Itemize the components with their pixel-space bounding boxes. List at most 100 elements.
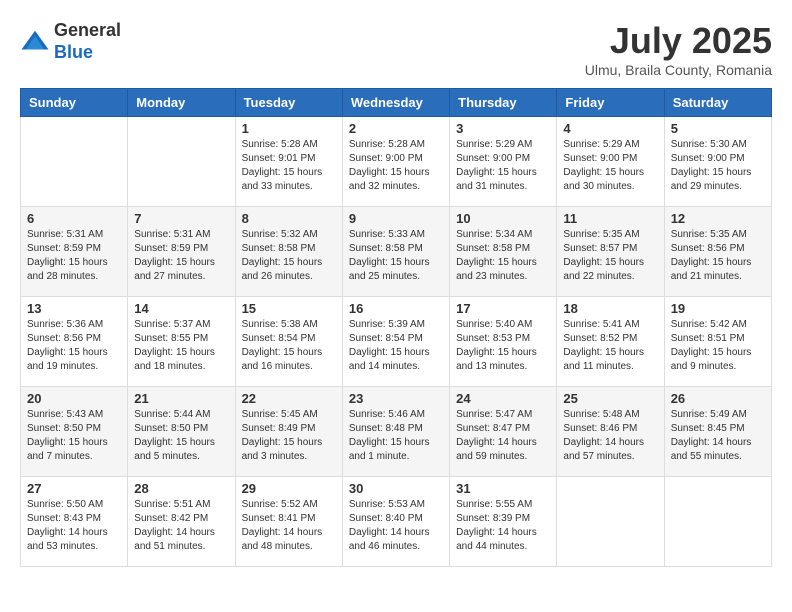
day-number: 3 xyxy=(456,121,550,136)
calendar-cell: 22 Sunrise: 5:45 AM Sunset: 8:49 PM Dayli… xyxy=(235,387,342,477)
day-info: Sunrise: 5:51 AM Sunset: 8:42 PM Dayligh… xyxy=(134,498,228,554)
calendar-cell: 17 Sunrise: 5:40 AM Sunset: 8:53 PM Dayli… xyxy=(450,297,557,387)
day-number: 26 xyxy=(671,391,765,406)
day-info: Sunrise: 5:29 AM Sunset: 9:00 PM Dayligh… xyxy=(563,138,657,194)
day-number: 8 xyxy=(242,211,336,226)
day-number: 17 xyxy=(456,301,550,316)
weekday-header-row: SundayMondayTuesdayWednesdayThursdayFrid… xyxy=(21,89,772,117)
day-info: Sunrise: 5:46 AM Sunset: 8:48 PM Dayligh… xyxy=(349,408,443,464)
day-number: 29 xyxy=(242,481,336,496)
weekday-monday: Monday xyxy=(128,89,235,117)
day-info: Sunrise: 5:53 AM Sunset: 8:40 PM Dayligh… xyxy=(349,498,443,554)
day-info: Sunrise: 5:40 AM Sunset: 8:53 PM Dayligh… xyxy=(456,318,550,374)
weekday-sunday: Sunday xyxy=(21,89,128,117)
weekday-thursday: Thursday xyxy=(450,89,557,117)
calendar-cell: 7Sunrise: 5:31 AM Sunset: 8:59 PM Daylig… xyxy=(128,207,235,297)
calendar-cell xyxy=(128,117,235,207)
logo: General Blue xyxy=(20,20,121,63)
location: Ulmu, Braila County, Romania xyxy=(585,62,772,78)
week-row-1: 1 Sunrise: 5:28 AM Sunset: 9:01 PM Daylig… xyxy=(21,117,772,207)
day-info: Sunrise: 5:44 AM Sunset: 8:50 PM Dayligh… xyxy=(134,408,228,464)
day-info: Sunrise: 5:28 AM Sunset: 9:00 PM Dayligh… xyxy=(349,138,443,194)
day-number: 22 xyxy=(242,391,336,406)
month-year: July 2025 xyxy=(585,20,772,62)
day-number: 20 xyxy=(27,391,121,406)
day-info: Sunrise: 5:52 AM Sunset: 8:41 PM Dayligh… xyxy=(242,498,336,554)
week-row-3: 13Sunrise: 5:36 AM Sunset: 8:56 PM Dayli… xyxy=(21,297,772,387)
day-info: Sunrise: 5:55 AM Sunset: 8:39 PM Dayligh… xyxy=(456,498,550,554)
day-number: 4 xyxy=(563,121,657,136)
calendar-cell: 10 Sunrise: 5:34 AM Sunset: 8:58 PM Dayli… xyxy=(450,207,557,297)
calendar-cell: 21 Sunrise: 5:44 AM Sunset: 8:50 PM Dayli… xyxy=(128,387,235,477)
day-info: Sunrise: 5:47 AM Sunset: 8:47 PM Dayligh… xyxy=(456,408,550,464)
weekday-wednesday: Wednesday xyxy=(342,89,449,117)
day-info: Sunrise: 5:29 AM Sunset: 9:00 PM Dayligh… xyxy=(456,138,550,194)
day-number: 12 xyxy=(671,211,765,226)
day-info: Sunrise: 5:38 AM Sunset: 8:54 PM Dayligh… xyxy=(242,318,336,374)
calendar-cell: 16 Sunrise: 5:39 AM Sunset: 8:54 PM Dayli… xyxy=(342,297,449,387)
day-info: Sunrise: 5:48 AM Sunset: 8:46 PM Dayligh… xyxy=(563,408,657,464)
calendar-cell: 3 Sunrise: 5:29 AM Sunset: 9:00 PM Daylig… xyxy=(450,117,557,207)
day-number: 27 xyxy=(27,481,121,496)
day-info: Sunrise: 5:42 AM Sunset: 8:51 PM Dayligh… xyxy=(671,318,765,374)
day-number: 1 xyxy=(242,121,336,136)
week-row-5: 27 Sunrise: 5:50 AM Sunset: 8:43 PM Dayli… xyxy=(21,477,772,567)
day-info: Sunrise: 5:49 AM Sunset: 8:45 PM Dayligh… xyxy=(671,408,765,464)
week-row-4: 20Sunrise: 5:43 AM Sunset: 8:50 PM Dayli… xyxy=(21,387,772,477)
calendar-cell: 12 Sunrise: 5:35 AM Sunset: 8:56 PM Dayli… xyxy=(664,207,771,297)
day-number: 11 xyxy=(563,211,657,226)
day-info: Sunrise: 5:33 AM Sunset: 8:58 PM Dayligh… xyxy=(349,228,443,284)
calendar-table: SundayMondayTuesdayWednesdayThursdayFrid… xyxy=(20,88,772,567)
calendar-cell: 1 Sunrise: 5:28 AM Sunset: 9:01 PM Daylig… xyxy=(235,117,342,207)
calendar-body: 1 Sunrise: 5:28 AM Sunset: 9:01 PM Daylig… xyxy=(21,117,772,567)
day-info: Sunrise: 5:37 AM Sunset: 8:55 PM Dayligh… xyxy=(134,318,228,374)
day-number: 9 xyxy=(349,211,443,226)
calendar-cell: 2 Sunrise: 5:28 AM Sunset: 9:00 PM Daylig… xyxy=(342,117,449,207)
weekday-tuesday: Tuesday xyxy=(235,89,342,117)
calendar-cell: 25Sunrise: 5:48 AM Sunset: 8:46 PM Dayli… xyxy=(557,387,664,477)
calendar-cell xyxy=(21,117,128,207)
calendar-cell: 13Sunrise: 5:36 AM Sunset: 8:56 PM Dayli… xyxy=(21,297,128,387)
day-info: Sunrise: 5:32 AM Sunset: 8:58 PM Dayligh… xyxy=(242,228,336,284)
calendar-cell: 28 Sunrise: 5:51 AM Sunset: 8:42 PM Dayli… xyxy=(128,477,235,567)
day-info: Sunrise: 5:36 AM Sunset: 8:56 PM Dayligh… xyxy=(27,318,121,374)
day-number: 23 xyxy=(349,391,443,406)
day-number: 30 xyxy=(349,481,443,496)
week-row-2: 6Sunrise: 5:31 AM Sunset: 8:59 PM Daylig… xyxy=(21,207,772,297)
calendar-cell: 8 Sunrise: 5:32 AM Sunset: 8:58 PM Daylig… xyxy=(235,207,342,297)
calendar-cell: 18 Sunrise: 5:41 AM Sunset: 8:52 PM Dayli… xyxy=(557,297,664,387)
calendar-cell: 4 Sunrise: 5:29 AM Sunset: 9:00 PM Daylig… xyxy=(557,117,664,207)
title-block: July 2025 Ulmu, Braila County, Romania xyxy=(585,20,772,78)
day-info: Sunrise: 5:41 AM Sunset: 8:52 PM Dayligh… xyxy=(563,318,657,374)
calendar-cell: 30 Sunrise: 5:53 AM Sunset: 8:40 PM Dayli… xyxy=(342,477,449,567)
day-number: 28 xyxy=(134,481,228,496)
weekday-friday: Friday xyxy=(557,89,664,117)
day-number: 21 xyxy=(134,391,228,406)
day-info: Sunrise: 5:50 AM Sunset: 8:43 PM Dayligh… xyxy=(27,498,121,554)
day-number: 10 xyxy=(456,211,550,226)
day-info: Sunrise: 5:30 AM Sunset: 9:00 PM Dayligh… xyxy=(671,138,765,194)
calendar-cell: 14Sunrise: 5:37 AM Sunset: 8:55 PM Dayli… xyxy=(128,297,235,387)
day-info: Sunrise: 5:35 AM Sunset: 8:56 PM Dayligh… xyxy=(671,228,765,284)
calendar-cell: 5 Sunrise: 5:30 AM Sunset: 9:00 PM Daylig… xyxy=(664,117,771,207)
day-number: 5 xyxy=(671,121,765,136)
calendar-cell xyxy=(664,477,771,567)
day-info: Sunrise: 5:31 AM Sunset: 8:59 PM Dayligh… xyxy=(134,228,228,284)
day-number: 18 xyxy=(563,301,657,316)
calendar-cell: 6Sunrise: 5:31 AM Sunset: 8:59 PM Daylig… xyxy=(21,207,128,297)
day-info: Sunrise: 5:45 AM Sunset: 8:49 PM Dayligh… xyxy=(242,408,336,464)
day-info: Sunrise: 5:34 AM Sunset: 8:58 PM Dayligh… xyxy=(456,228,550,284)
day-number: 16 xyxy=(349,301,443,316)
logo-icon xyxy=(20,27,50,57)
day-info: Sunrise: 5:39 AM Sunset: 8:54 PM Dayligh… xyxy=(349,318,443,374)
day-number: 2 xyxy=(349,121,443,136)
day-number: 31 xyxy=(456,481,550,496)
calendar-cell: 15Sunrise: 5:38 AM Sunset: 8:54 PM Dayli… xyxy=(235,297,342,387)
day-info: Sunrise: 5:35 AM Sunset: 8:57 PM Dayligh… xyxy=(563,228,657,284)
day-info: Sunrise: 5:28 AM Sunset: 9:01 PM Dayligh… xyxy=(242,138,336,194)
calendar-cell: 24Sunrise: 5:47 AM Sunset: 8:47 PM Dayli… xyxy=(450,387,557,477)
weekday-saturday: Saturday xyxy=(664,89,771,117)
calendar-cell: 26 Sunrise: 5:49 AM Sunset: 8:45 PM Dayli… xyxy=(664,387,771,477)
calendar-cell: 19Sunrise: 5:42 AM Sunset: 8:51 PM Dayli… xyxy=(664,297,771,387)
calendar-cell: 20Sunrise: 5:43 AM Sunset: 8:50 PM Dayli… xyxy=(21,387,128,477)
